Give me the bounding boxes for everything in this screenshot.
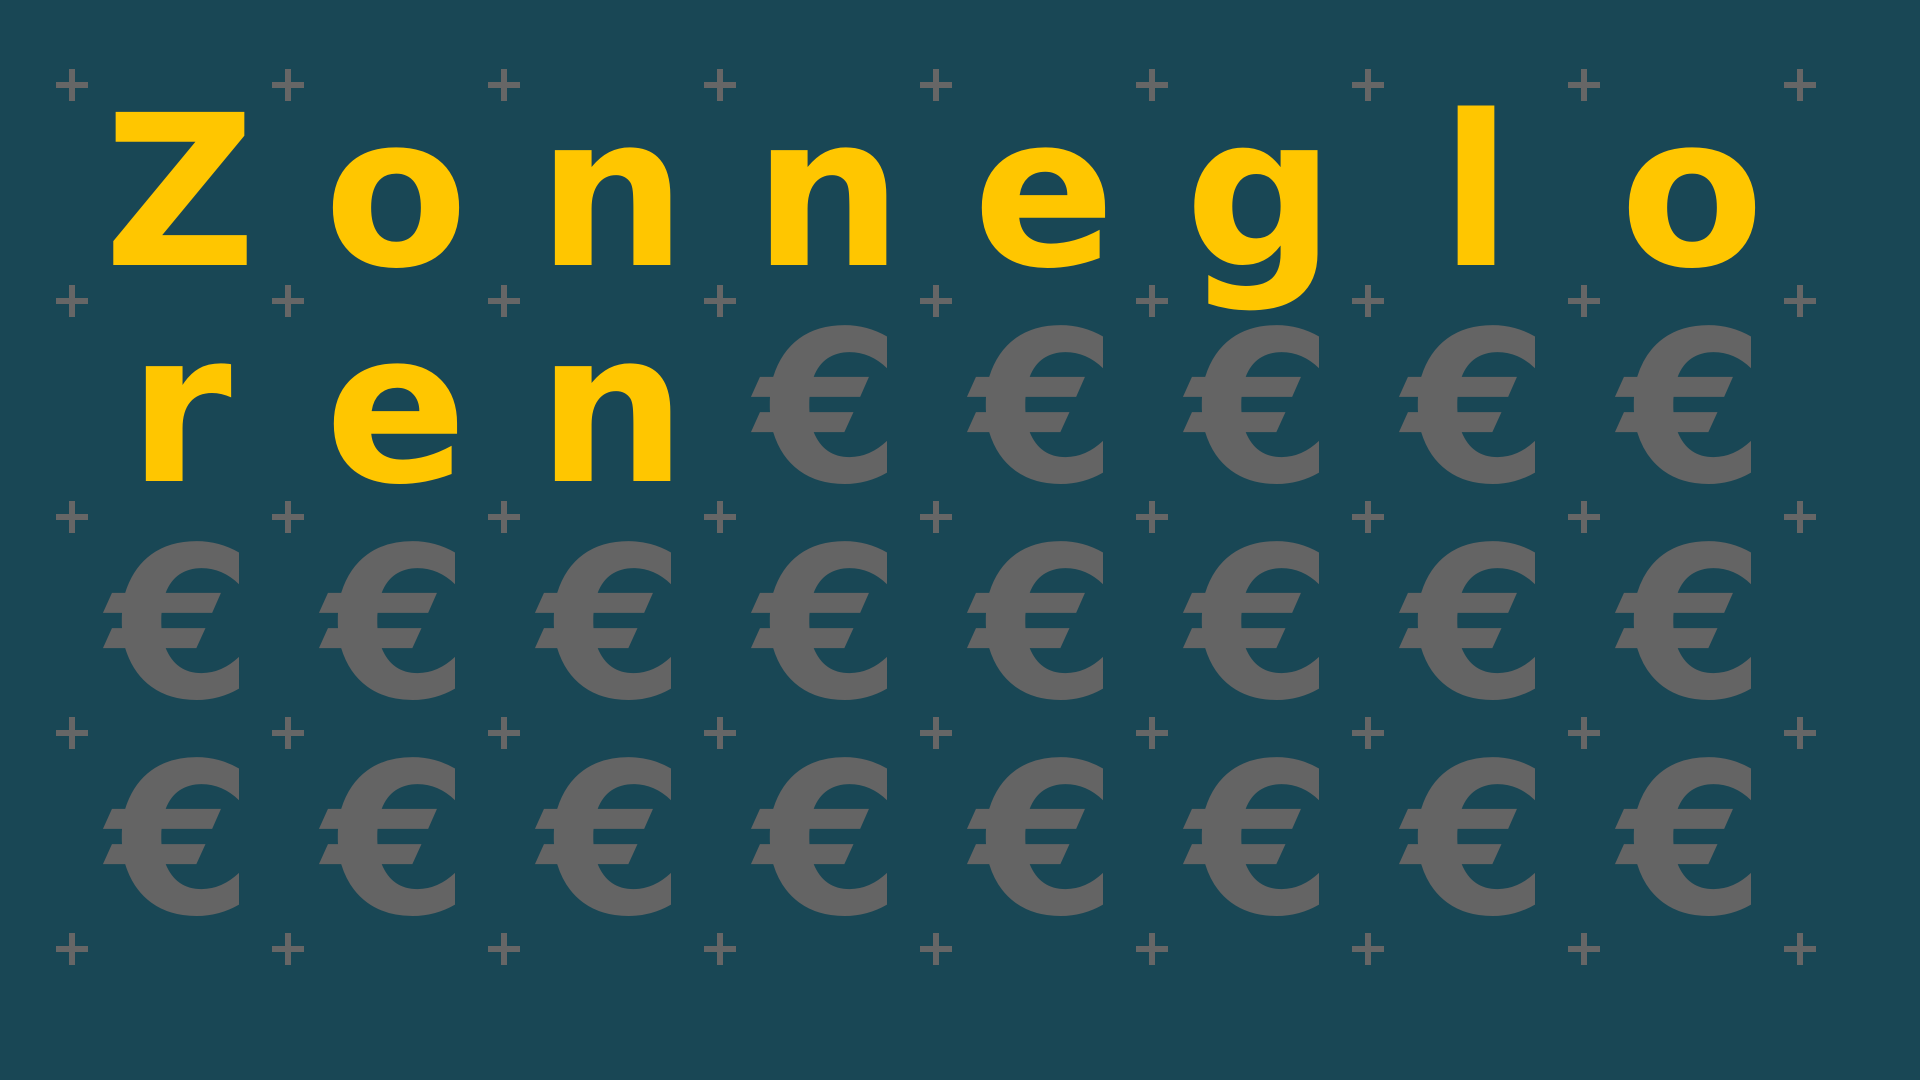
plus-marker <box>1784 285 1816 317</box>
plus-marker <box>1136 933 1168 965</box>
euro-symbol: € <box>322 502 470 747</box>
plus-marker <box>1352 501 1384 533</box>
plus-marker <box>56 69 88 101</box>
plus-marker <box>1568 501 1600 533</box>
euro-symbol: € <box>1186 286 1334 531</box>
plus-marker <box>1568 69 1600 101</box>
plus-marker <box>272 285 304 317</box>
plus-marker <box>704 933 736 965</box>
plus-marker <box>1784 717 1816 749</box>
plus-marker <box>920 69 952 101</box>
plus-marker <box>56 501 88 533</box>
plus-marker <box>488 717 520 749</box>
euro-symbol: € <box>1618 502 1766 747</box>
plus-marker <box>1352 717 1384 749</box>
plus-marker <box>488 933 520 965</box>
plus-marker <box>1352 285 1384 317</box>
euro-symbol: € <box>322 718 470 963</box>
title-letter: o <box>1619 70 1765 315</box>
plus-marker <box>920 501 952 533</box>
plus-marker <box>272 933 304 965</box>
plus-marker <box>704 717 736 749</box>
title-letter: r <box>128 286 232 531</box>
plus-marker <box>488 501 520 533</box>
canvas: Zo n n e g l o r e n € € € € € € € € € € € € € € € € € € € € € <box>0 0 1920 1080</box>
plus-marker <box>920 285 952 317</box>
plus-marker <box>1784 501 1816 533</box>
euro-symbol: € <box>970 502 1118 747</box>
euro-symbol: € <box>1402 718 1550 963</box>
plus-marker <box>920 717 952 749</box>
euro-symbol: € <box>538 718 686 963</box>
plus-marker <box>1568 285 1600 317</box>
title-letter: Z <box>103 70 257 315</box>
plus-marker <box>1136 501 1168 533</box>
plus-marker <box>1784 69 1816 101</box>
euro-symbol: € <box>1618 718 1766 963</box>
euro-symbol: € <box>106 718 254 963</box>
plus-marker <box>1352 69 1384 101</box>
euro-symbol: € <box>1402 502 1550 747</box>
euro-symbol: € <box>1618 286 1766 531</box>
euro-symbol: € <box>1186 502 1334 747</box>
plus-marker <box>1136 717 1168 749</box>
title-letter: o <box>323 70 469 315</box>
title-letter: l <box>1440 70 1512 315</box>
plus-marker <box>1784 933 1816 965</box>
plus-marker <box>272 717 304 749</box>
plus-marker <box>1352 933 1384 965</box>
euro-symbol: € <box>754 286 902 531</box>
plus-marker <box>704 69 736 101</box>
plus-marker <box>704 501 736 533</box>
title-letter: n <box>537 70 687 315</box>
plus-marker <box>704 285 736 317</box>
plus-marker <box>56 717 88 749</box>
euro-symbol: € <box>106 502 254 747</box>
plus-marker <box>488 69 520 101</box>
title-letter: e <box>972 70 1116 315</box>
plus-marker <box>56 933 88 965</box>
euro-symbol: € <box>970 718 1118 963</box>
plus-marker <box>272 69 304 101</box>
plus-marker <box>1568 933 1600 965</box>
euro-symbol: € <box>754 718 902 963</box>
plus-marker <box>1568 717 1600 749</box>
plus-marker <box>272 501 304 533</box>
plus-marker <box>56 285 88 317</box>
euro-symbol: € <box>970 286 1118 531</box>
euro-symbol: € <box>538 502 686 747</box>
plus-marker <box>1136 285 1168 317</box>
title-letter: e <box>324 286 468 531</box>
plus-marker <box>488 285 520 317</box>
title-letter: n <box>537 286 687 531</box>
plus-marker <box>1136 69 1168 101</box>
euro-symbol: € <box>1402 286 1550 531</box>
title-letter: g <box>1184 70 1336 315</box>
euro-symbol: € <box>1186 718 1334 963</box>
title-letter: n <box>753 70 903 315</box>
euro-symbol: € <box>754 502 902 747</box>
plus-marker <box>920 933 952 965</box>
